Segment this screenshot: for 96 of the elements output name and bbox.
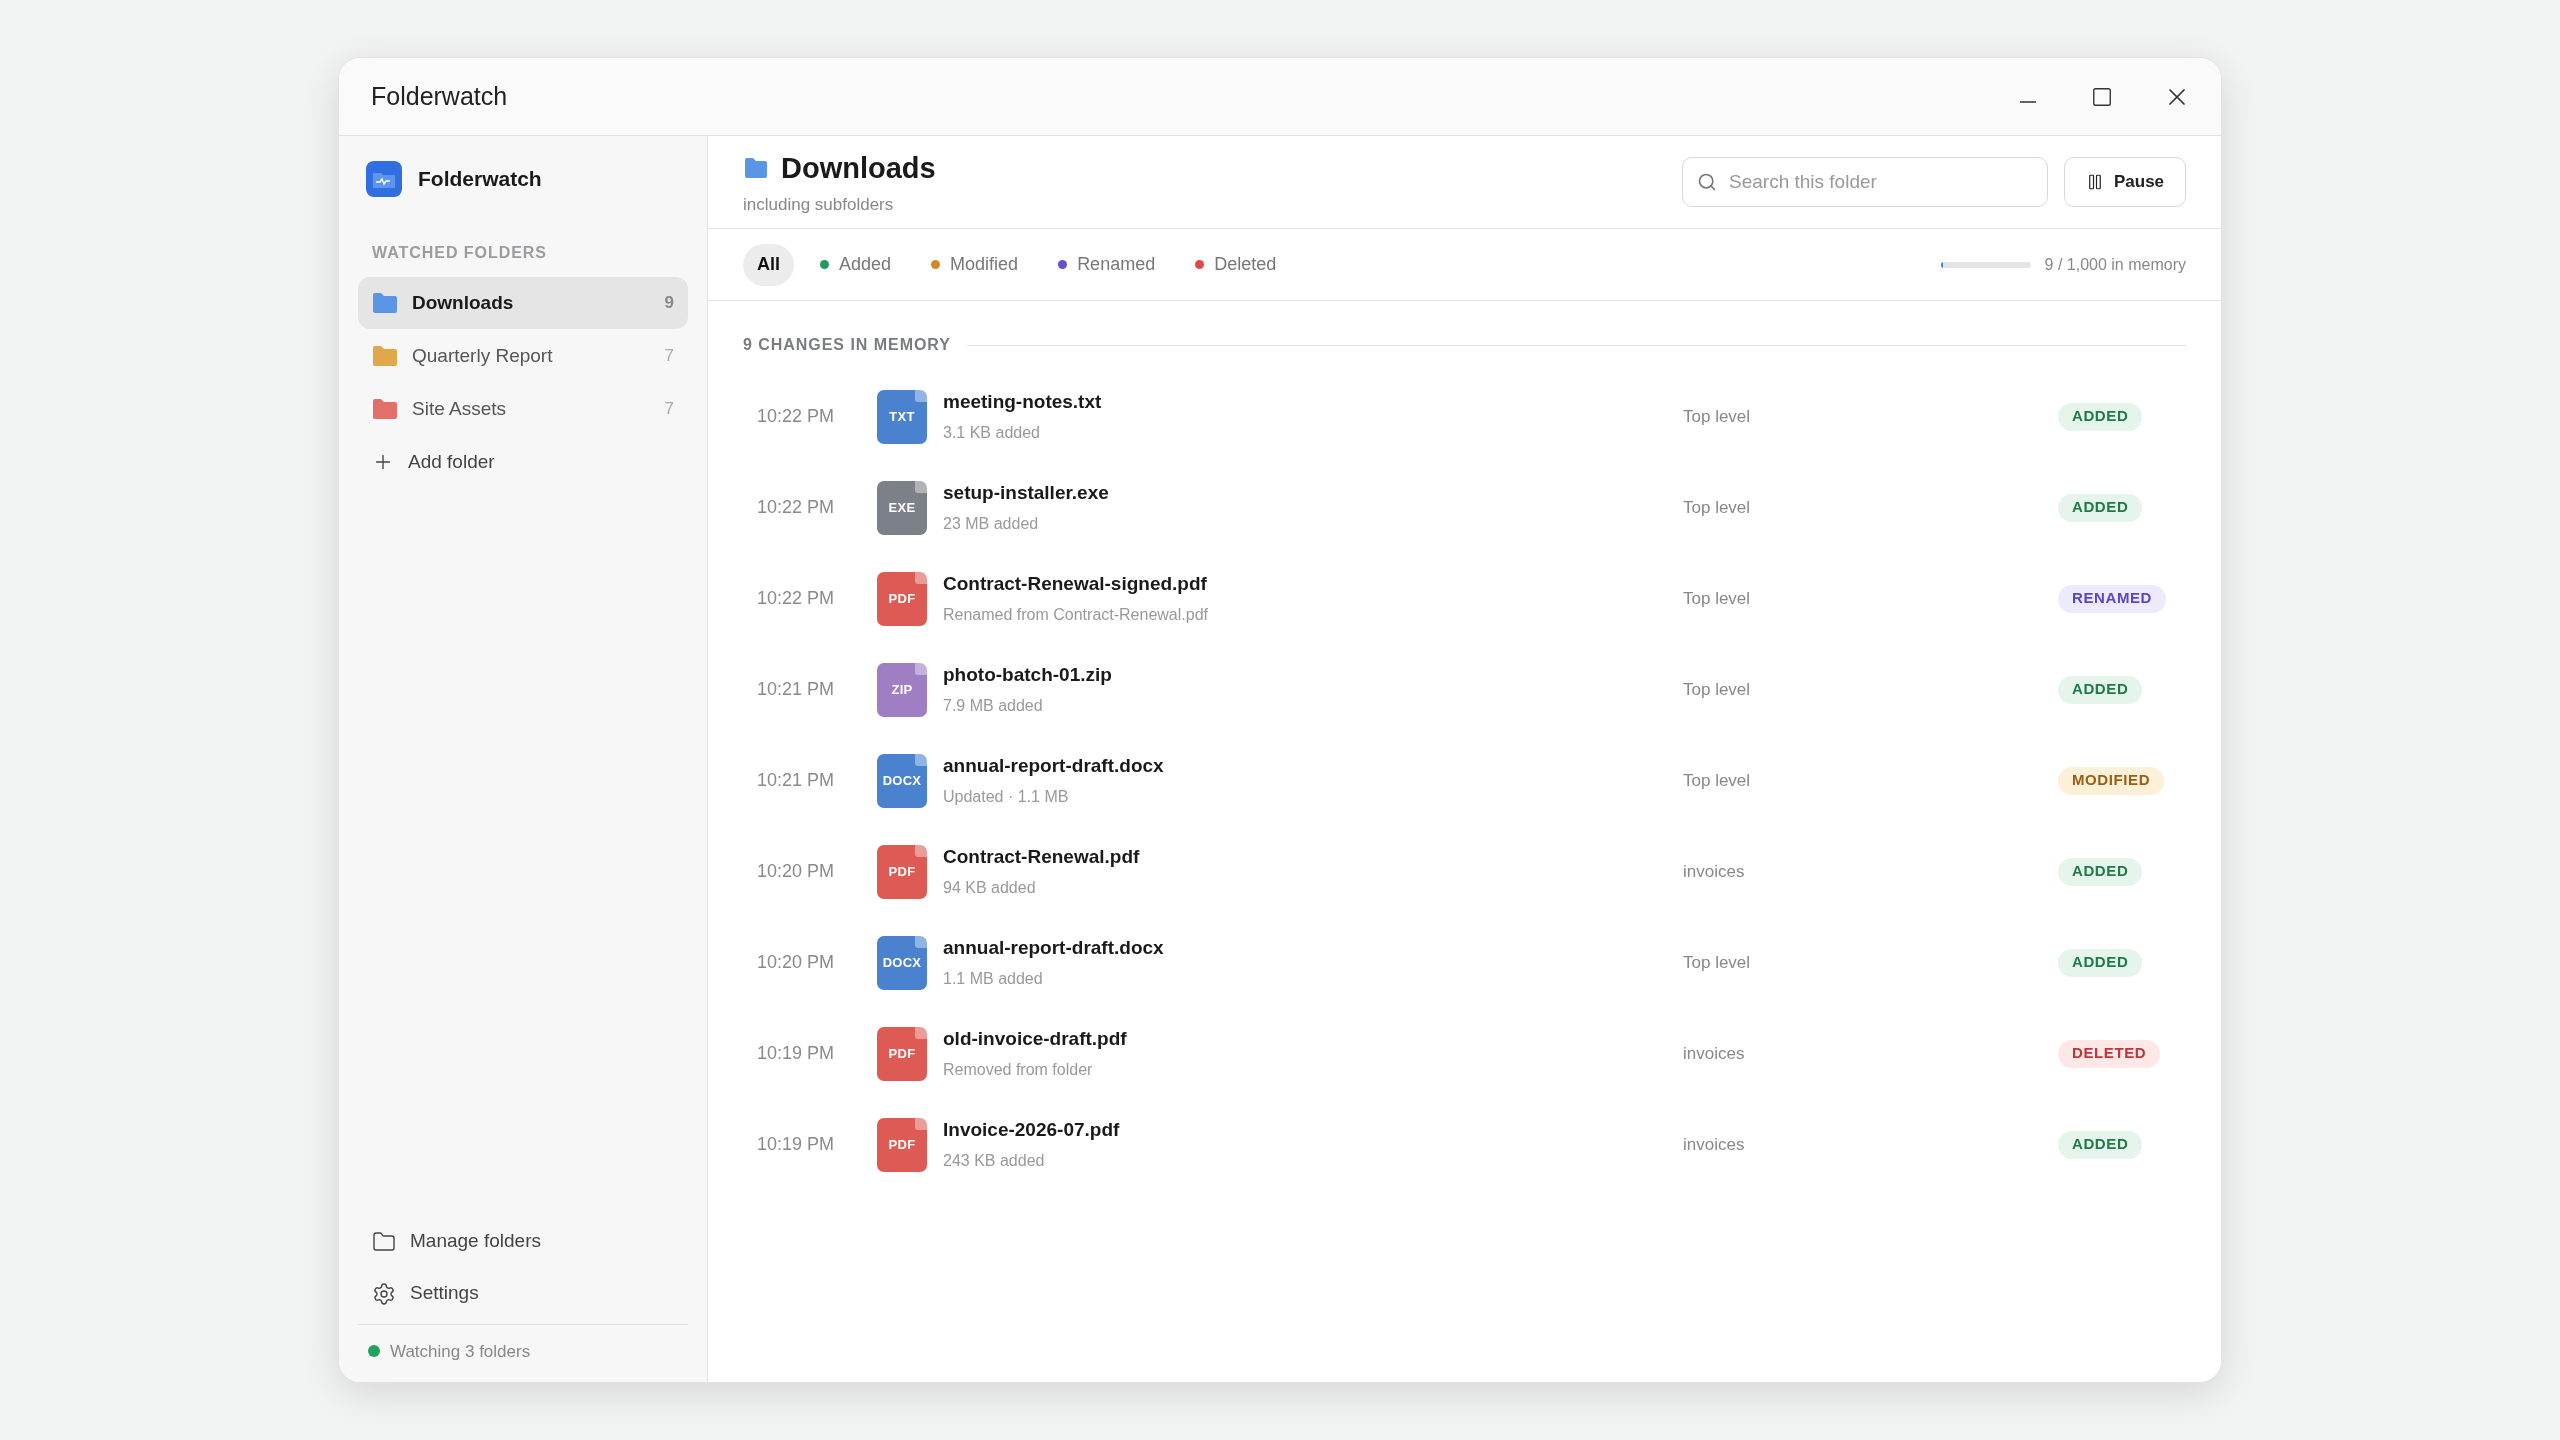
app-name: Folderwatch xyxy=(418,166,542,193)
change-row[interactable]: 10:20 PM DOCX annual-report-draft.docx 1.1 MB added Top level ADDED xyxy=(743,917,2186,1008)
change-time: 10:22 PM xyxy=(757,405,836,428)
change-time: 10:19 PM xyxy=(757,1042,836,1065)
file-name: setup-installer.exe xyxy=(943,481,1110,506)
maximize-icon[interactable] xyxy=(2091,85,2113,108)
file-type-icon: PDF xyxy=(877,571,927,626)
file-type-icon: EXE xyxy=(877,480,927,535)
folder-item[interactable]: Quarterly Report 7 xyxy=(358,330,688,382)
filter-tab[interactable]: Modified xyxy=(917,243,1033,286)
change-time: 10:22 PM xyxy=(757,496,836,519)
change-badge: DELETED xyxy=(2058,1039,2161,1068)
file-type-icon: PDF xyxy=(877,1117,927,1172)
file-type-icon: DOCX xyxy=(877,935,927,990)
folder-icon xyxy=(743,157,769,180)
file-location: Top level xyxy=(1683,405,1752,428)
change-row[interactable]: 10:20 PM PDF Contract-Renewal.pdf 94 KB added invoices ADDED xyxy=(743,826,2186,917)
file-location: invoices xyxy=(1683,860,1746,883)
search-field[interactable]: Search this folder xyxy=(1682,157,2048,207)
change-badge: ADDED xyxy=(2058,948,2143,977)
folder-count: 9 xyxy=(664,292,674,315)
file-location: Top level xyxy=(1683,951,1752,974)
file-location: Top level xyxy=(1683,587,1752,610)
file-detail: 94 KB added xyxy=(943,877,1037,898)
settings-item[interactable]: Settings xyxy=(358,1267,688,1320)
file-type-icon: ZIP xyxy=(877,662,927,717)
change-row[interactable]: 10:19 PM PDF old-invoice-draft.pdf Removed from folder invoices DELETED xyxy=(743,1008,2186,1099)
change-badge: ADDED xyxy=(2058,675,2143,704)
folder-name: Quarterly Report xyxy=(412,343,553,368)
change-row[interactable]: 10:19 PM PDF Invoice-2026-07.pdf 243 KB added invoices ADDED xyxy=(743,1099,2186,1190)
file-detail: 23 MB added xyxy=(943,513,1040,534)
change-badge: MODIFIED xyxy=(2058,766,2165,795)
file-name: Contract-Renewal.pdf xyxy=(943,845,1141,870)
file-location: Top level xyxy=(1683,769,1752,792)
file-detail: 243 KB added xyxy=(943,1150,1046,1171)
change-time: 10:21 PM xyxy=(757,678,836,701)
filter-tab[interactable]: All xyxy=(743,243,794,286)
folder-count: 7 xyxy=(664,398,674,421)
file-name: old-invoice-draft.pdf xyxy=(943,1027,1128,1052)
change-row[interactable]: 10:21 PM ZIP photo-batch-01.zip 7.9 MB added Top level ADDED xyxy=(743,644,2186,735)
memory-reading: 9 / 1,000 in memory xyxy=(2044,254,2186,275)
file-detail: 1.1 MB added xyxy=(943,968,1044,989)
add-folder-button[interactable]: Add folder xyxy=(358,436,688,488)
change-row[interactable]: 10:21 PM DOCX annual-report-draft.docx Updated · 1.1 MB Top level MODIFIED xyxy=(743,735,2186,826)
change-time: 10:20 PM xyxy=(757,860,836,883)
file-name: annual-report-draft.docx xyxy=(943,936,1165,961)
settings-icon xyxy=(372,1281,396,1306)
file-detail: 3.1 KB added xyxy=(943,422,1041,443)
file-type-icon: DOCX xyxy=(877,753,927,808)
section-title: WATCHED FOLDERS xyxy=(371,243,548,263)
change-row[interactable]: 10:22 PM EXE setup-installer.exe 23 MB added Top level ADDED xyxy=(743,462,2186,553)
change-time: 10:19 PM xyxy=(757,1133,836,1156)
filter-tab[interactable]: Renamed xyxy=(1044,243,1170,286)
list-title: 9 CHANGES IN MEMORY xyxy=(743,335,951,355)
file-location: invoices xyxy=(1683,1133,1746,1156)
folder-item[interactable]: Downloads 9 xyxy=(358,277,688,329)
search-icon xyxy=(1697,172,1717,192)
file-detail: 7.9 MB added xyxy=(943,695,1044,716)
filter-tab[interactable]: Deleted xyxy=(1181,243,1291,286)
file-location: Top level xyxy=(1683,678,1752,701)
folder-name: Site Assets xyxy=(412,396,506,421)
file-detail: Updated · 1.1 MB xyxy=(943,786,1070,807)
change-row[interactable]: 10:22 PM PDF Contract-Renewal-signed.pdf Renamed from Contract-Renewal.pdf Top level RENAMED xyxy=(743,553,2186,644)
file-type-icon: TXT xyxy=(877,389,927,444)
filter-tab[interactable]: Added xyxy=(806,243,906,286)
change-badge: ADDED xyxy=(2058,402,2143,431)
manage-folders-item[interactable]: Manage folders xyxy=(358,1215,688,1268)
file-type-icon: PDF xyxy=(877,1026,927,1081)
file-name: Invoice-2026-07.pdf xyxy=(943,1118,1121,1143)
change-badge: ADDED xyxy=(2058,1130,2143,1159)
change-time: 10:20 PM xyxy=(757,951,836,974)
change-time: 10:21 PM xyxy=(757,769,836,792)
file-detail: Removed from folder xyxy=(943,1059,1094,1080)
window-title: Folderwatch xyxy=(371,80,508,112)
file-type-icon: PDF xyxy=(877,844,927,899)
folder-count: 7 xyxy=(664,345,674,368)
folder-name: Downloads xyxy=(412,290,514,315)
change-badge: ADDED xyxy=(2058,493,2143,522)
change-badge: ADDED xyxy=(2058,857,2143,886)
file-name: photo-batch-01.zip xyxy=(943,663,1113,688)
file-detail: Renamed from Contract-Renewal.pdf xyxy=(943,604,1209,625)
change-badge: RENAMED xyxy=(2058,584,2167,613)
change-row[interactable]: 10:22 PM TXT meeting-notes.txt 3.1 KB added Top level ADDED xyxy=(743,371,2186,462)
folder-item[interactable]: Site Assets 7 xyxy=(358,383,688,435)
file-name: meeting-notes.txt xyxy=(943,390,1103,415)
file-name: Contract-Renewal-signed.pdf xyxy=(943,572,1208,597)
status-text: Watching 3 folders xyxy=(390,1340,531,1363)
file-name: annual-report-draft.docx xyxy=(943,754,1165,779)
folder-subtitle: including subfolders xyxy=(743,194,895,216)
app-logo-icon xyxy=(366,161,402,197)
file-location: invoices xyxy=(1683,1042,1746,1065)
pause-button[interactable]: Pause xyxy=(2064,157,2186,207)
folder-outline-icon xyxy=(372,1229,396,1254)
folder-title: Downloads xyxy=(781,150,936,186)
change-time: 10:22 PM xyxy=(757,587,836,610)
file-location: Top level xyxy=(1683,496,1752,519)
